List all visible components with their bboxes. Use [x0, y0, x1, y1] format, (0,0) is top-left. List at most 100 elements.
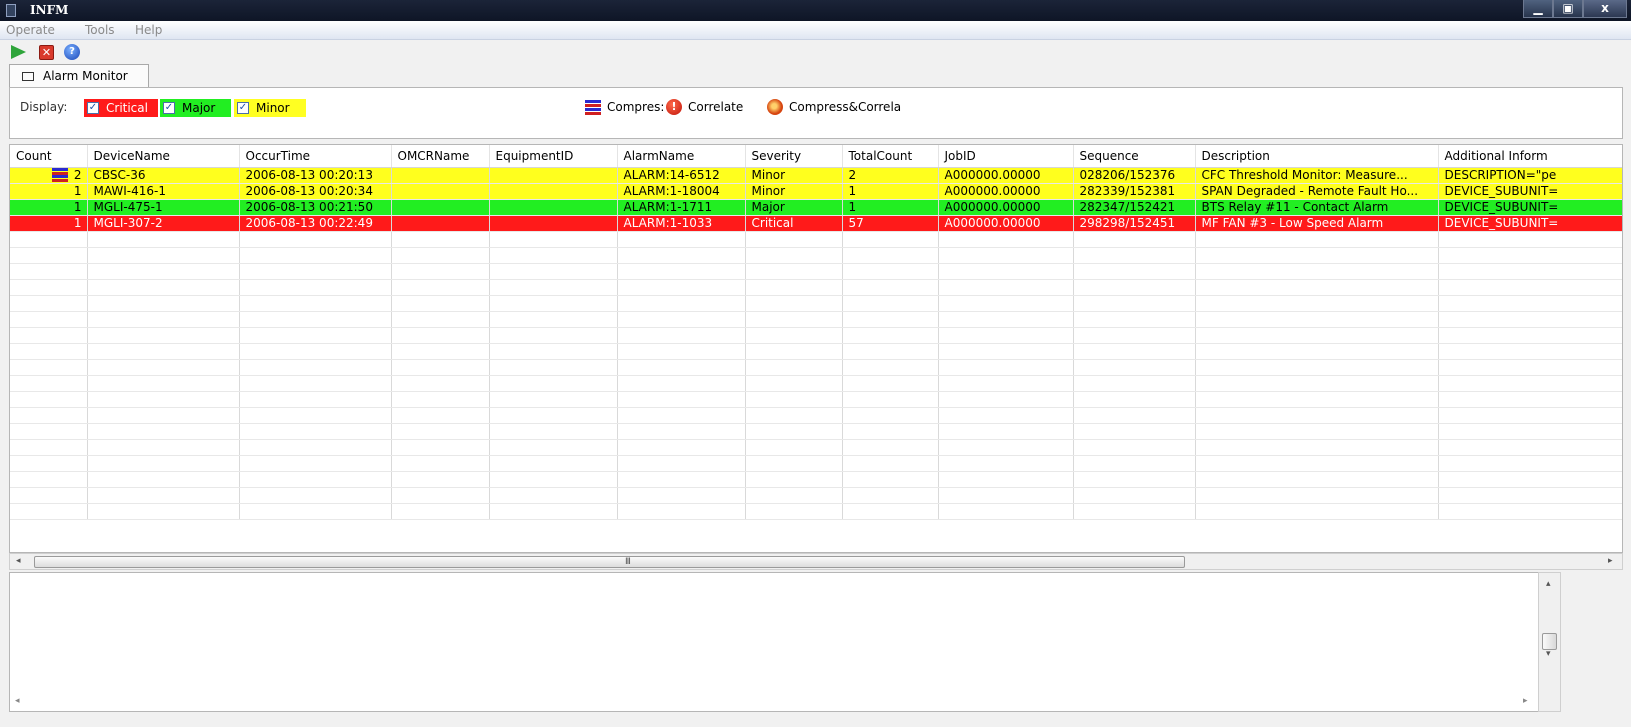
menu-help[interactable]: Help	[135, 23, 162, 37]
empty-cell	[842, 503, 939, 520]
scrollbar-thumb[interactable]: III	[34, 556, 1185, 568]
column-header-severity[interactable]: Severity	[745, 145, 843, 168]
empty-cell	[1073, 407, 1196, 424]
column-header-job-id[interactable]: JobID	[938, 145, 1074, 168]
empty-cell	[745, 439, 843, 456]
column-header-occur-time[interactable]: OccurTime	[239, 145, 392, 168]
major-checkbox[interactable]: ✓ Major	[160, 99, 231, 117]
table-horizontal-scrollbar[interactable]: ◂ III ▸	[9, 553, 1623, 570]
empty-cell	[1195, 295, 1439, 312]
table-cell: DEVICE_SUBUNIT=	[1438, 199, 1622, 216]
scroll-right-icon[interactable]: ▸	[1608, 556, 1613, 566]
empty-cell	[10, 439, 88, 456]
stop-icon[interactable]: ✕	[39, 45, 54, 60]
empty-row	[10, 375, 1622, 392]
empty-cell	[1438, 231, 1622, 248]
minimize-button[interactable]: ▁	[1523, 0, 1553, 18]
empty-cell	[87, 327, 240, 344]
detail-vertical-scrollbar[interactable]: ▴ ▾	[1538, 572, 1561, 712]
empty-cell	[87, 343, 240, 360]
empty-cell	[489, 311, 618, 328]
table-row[interactable]: 2 CBSC-36 2006-08-13 00:20:13 ALARM:14-6512…	[10, 167, 1622, 184]
cell-text: ALARM:14-6512	[623, 168, 720, 182]
cell-text: 2	[73, 168, 82, 182]
column-header-additional-info[interactable]: Additional Inform	[1438, 145, 1622, 168]
cell-text: 282339/152381	[1079, 184, 1176, 198]
scroll-up-icon[interactable]: ▴	[1546, 579, 1551, 589]
table-cell: DEVICE_SUBUNIT=	[1438, 215, 1622, 232]
alarm-detail-pane[interactable]	[9, 572, 1561, 712]
empty-cell	[87, 247, 240, 264]
table-row[interactable]: 1 MGLI-475-1 2006-08-13 00:21:50 ALARM:1-17…	[10, 199, 1622, 216]
table-row[interactable]: 1 MGLI-307-2 2006-08-13 00:22:49 ALARM:1-10…	[10, 215, 1622, 232]
column-header-sequence[interactable]: Sequence	[1073, 145, 1196, 168]
minor-checkbox[interactable]: ✓ Minor	[234, 99, 306, 117]
cell-text: 2	[848, 168, 857, 182]
empty-cell	[1195, 455, 1439, 472]
restore-button[interactable]: ▣	[1553, 0, 1583, 18]
empty-cell	[842, 231, 939, 248]
scrollbar-thumb[interactable]	[1542, 633, 1557, 650]
empty-cell	[1438, 487, 1622, 504]
column-header-total-count[interactable]: TotalCount	[842, 145, 939, 168]
empty-cell	[617, 391, 746, 408]
table-row[interactable]: 1 MAWI-416-1 2006-08-13 00:20:34 ALARM:1-18…	[10, 183, 1622, 200]
table-cell: ALARM:1-1711	[617, 199, 746, 216]
empty-cell	[617, 247, 746, 264]
menu-operate[interactable]: Operate	[6, 23, 55, 37]
column-header-count[interactable]: Count	[10, 145, 88, 168]
empty-cell	[1073, 455, 1196, 472]
cell-text: DEVICE_SUBUNIT=	[1444, 216, 1559, 230]
empty-cell	[391, 487, 490, 504]
empty-cell	[938, 327, 1074, 344]
empty-cell	[745, 247, 843, 264]
menu-bar: Operate Tools Help	[0, 21, 1631, 40]
minor-label: Minor	[256, 101, 290, 115]
column-header-alarm-name[interactable]: AlarmName	[617, 145, 746, 168]
empty-cell	[1438, 359, 1622, 376]
empty-cell	[1195, 487, 1439, 504]
empty-cell	[489, 327, 618, 344]
table-cell: MAWI-416-1	[87, 183, 240, 200]
toolbar	[0, 40, 1631, 64]
cell-text: 028206/152376	[1079, 168, 1176, 182]
empty-cell	[239, 231, 392, 248]
empty-cell	[938, 279, 1074, 296]
scroll-left-icon[interactable]: ◂	[16, 556, 21, 566]
cell-text: Critical	[751, 216, 794, 230]
table-cell: 298298/152451	[1073, 215, 1196, 232]
table-cell: 2006-08-13 00:21:50	[239, 199, 392, 216]
title-bar: INFM ▁ ▣ x	[0, 0, 1631, 21]
scroll-left-icon[interactable]: ◂	[15, 696, 20, 706]
empty-cell	[842, 439, 939, 456]
scroll-down-icon[interactable]: ▾	[1546, 649, 1551, 659]
empty-cell	[87, 503, 240, 520]
empty-cell	[87, 311, 240, 328]
help-icon[interactable]: ?	[64, 44, 80, 60]
empty-cell	[1195, 327, 1439, 344]
column-header-equipment-id[interactable]: EquipmentID	[489, 145, 618, 168]
empty-cell	[87, 439, 240, 456]
empty-cell	[938, 407, 1074, 424]
empty-cell	[745, 359, 843, 376]
empty-cell	[842, 455, 939, 472]
empty-cell	[745, 375, 843, 392]
empty-cell	[938, 247, 1074, 264]
close-button[interactable]: x	[1583, 0, 1627, 18]
scroll-right-icon[interactable]: ▸	[1523, 696, 1528, 706]
empty-cell	[745, 455, 843, 472]
column-header-omcr-name[interactable]: OMCRName	[391, 145, 490, 168]
empty-cell	[842, 391, 939, 408]
cell-text: Minor	[751, 184, 786, 198]
empty-cell	[745, 487, 843, 504]
critical-checkbox[interactable]: ✓ Critical	[84, 99, 158, 117]
start-icon[interactable]	[11, 45, 26, 59]
detail-horizontal-scrollbar[interactable]: ◂ ▸	[9, 692, 1539, 712]
tab-alarm-monitor[interactable]: Alarm Monitor	[9, 64, 149, 87]
column-header-description[interactable]: Description	[1195, 145, 1439, 168]
column-header-device-name[interactable]: DeviceName	[87, 145, 240, 168]
empty-cell	[391, 471, 490, 488]
empty-cell	[745, 391, 843, 408]
menu-tools[interactable]: Tools	[85, 23, 115, 37]
empty-cell	[842, 471, 939, 488]
